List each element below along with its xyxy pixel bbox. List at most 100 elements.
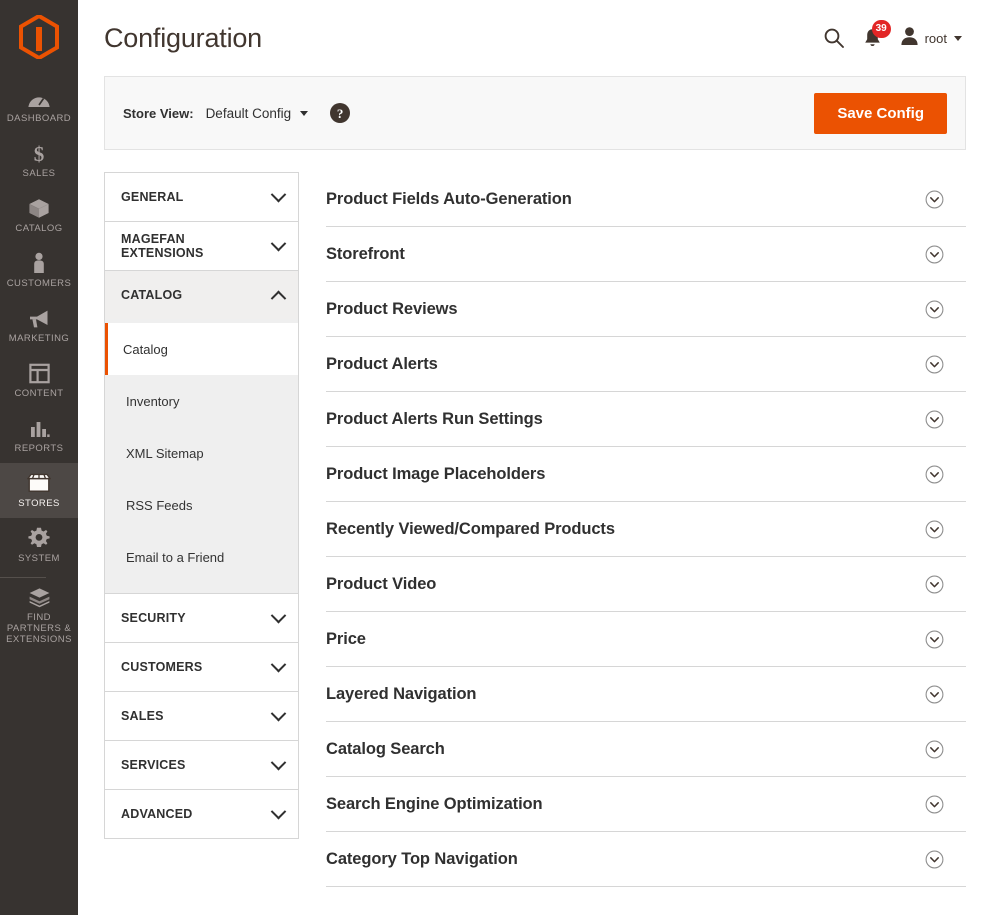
chevron-down-circle-icon[interactable] [925,575,944,594]
search-icon[interactable] [823,27,845,49]
chevron-down-circle-icon[interactable] [925,355,944,374]
config-nav-section-services[interactable]: SERVICES [105,741,298,789]
store-view-switcher[interactable]: Default Config [206,106,309,121]
chevron-down-circle-icon[interactable] [925,465,944,484]
sidebar-item-find-partners-extensions[interactable]: FIND PARTNERS & EXTENSIONS [0,580,78,652]
config-section-row[interactable]: Product Alerts Run Settings [326,392,966,447]
sidebar-item-customers[interactable]: CUSTOMERS [0,243,78,298]
config-nav-section: MAGEFAN EXTENSIONS [104,221,299,270]
chevron-down-icon [954,35,962,41]
config-nav-item-rss-feeds[interactable]: RSS Feeds [105,479,298,531]
gear-icon [28,527,50,549]
config-nav-section: CUSTOMERS [104,642,299,691]
config-nav-section: SERVICES [104,740,299,789]
config-section-row[interactable]: Product Fields Auto-Generation [326,172,966,227]
config-section-title: Storefront [326,244,405,263]
chevron-down-circle-icon[interactable] [925,245,944,264]
header-actions: 39 root [823,19,966,51]
config-section-title: Product Reviews [326,299,458,318]
config-section-row[interactable]: Product Video [326,557,966,612]
chevron-down-icon [270,235,287,251]
config-nav-item-xml-sitemap[interactable]: XML Sitemap [105,427,298,479]
user-avatar-icon [900,26,919,51]
sidebar-item-label: STORES [18,497,60,509]
chevron-down-icon [270,705,287,721]
config-nav-section-title: GENERAL [121,190,184,204]
config-nav-item-catalog[interactable]: Catalog [105,323,298,375]
config-nav-item-email-to-a-friend[interactable]: Email to a Friend [105,531,298,583]
box-icon [28,197,50,219]
config-section-title: Category Top Navigation [326,849,518,868]
config-section-row[interactable]: Recently Viewed/Compared Products [326,502,966,557]
chevron-down-circle-icon[interactable] [925,685,944,704]
bar-chart-icon [29,417,50,439]
sidebar-item-label: REPORTS [14,442,64,454]
config-nav-section-title: SALES [121,709,164,723]
save-config-button[interactable]: Save Config [814,92,947,134]
sidebar-item-label: DASHBOARD [6,112,72,124]
config-nav-section-advanced[interactable]: ADVANCED [105,790,298,838]
config-nav: GENERAL MAGEFAN EXTENSIONS CATALOG Catalog I… [104,172,299,839]
sidebar-item-stores[interactable]: STORES [0,463,78,518]
config-nav-section-magefan-extensions[interactable]: MAGEFAN EXTENSIONS [105,222,298,270]
config-nav-section-catalog[interactable]: CATALOG [105,271,298,319]
sidebar-item-label: SYSTEM [18,552,60,564]
sidebar-item-reports[interactable]: REPORTS [0,408,78,463]
config-section-title: Recently Viewed/Compared Products [326,519,615,538]
page-header: Configuration 39 root [78,0,992,76]
chevron-down-icon [270,656,287,672]
sidebar-item-sales[interactable]: $ SALES [0,133,78,188]
config-nav-section-security[interactable]: SECURITY [105,594,298,642]
admin-page: DASHBOARD $ SALES CATALOG CUSTOMERS MARKETING… [0,0,992,915]
store-view-value: Default Config [205,105,292,121]
chevron-down-icon [270,803,287,819]
config-section-row[interactable]: Layered Navigation [326,667,966,722]
store-view-bar: Store View: Default Config ? Save Config [104,76,966,150]
chevron-down-circle-icon[interactable] [925,740,944,759]
config-section-row[interactable]: Price [326,612,966,667]
config-section-title: Product Alerts [326,354,438,373]
chevron-down-circle-icon[interactable] [925,410,944,429]
main-area: GENERAL MAGEFAN EXTENSIONS CATALOG Catalog I… [78,150,992,887]
sidebar-item-system[interactable]: SYSTEM [0,518,78,573]
bell-icon[interactable]: 39 [863,19,891,49]
sidebar-item-content[interactable]: CONTENT [0,353,78,408]
config-nav-section-general[interactable]: GENERAL [105,173,298,221]
user-menu[interactable]: root [900,26,962,51]
config-nav-item-inventory[interactable]: Inventory [105,375,298,427]
notification-count-badge: 39 [871,19,891,38]
config-nav-section-title: MAGEFAN EXTENSIONS [121,232,204,260]
config-section-row[interactable]: Category Top Navigation [326,832,966,887]
store-view-label: Store View: [123,105,194,121]
sidebar-item-catalog[interactable]: CATALOG [0,188,78,243]
config-nav-section-title: CUSTOMERS [121,660,203,674]
chevron-down-circle-icon[interactable] [925,520,944,539]
magento-logo-icon[interactable] [0,8,78,66]
sidebar-item-dashboard[interactable]: DASHBOARD [0,78,78,133]
config-nav-section: ADVANCED [104,789,299,839]
chevron-down-circle-icon[interactable] [925,850,944,869]
config-section-row[interactable]: Search Engine Optimization [326,777,966,832]
storefront-awning-icon [27,472,51,494]
chevron-down-circle-icon[interactable] [925,630,944,649]
chevron-down-icon [300,110,309,116]
question-mark-icon[interactable]: ? [330,103,351,123]
config-section-row[interactable]: Product Image Placeholders [326,447,966,502]
sidebar-item-marketing[interactable]: MARKETING [0,298,78,353]
config-nav-section-title: SERVICES [121,758,186,772]
config-section-row[interactable]: Product Alerts [326,337,966,392]
config-nav-section-customers[interactable]: CUSTOMERS [105,643,298,691]
config-section-title: Price [326,629,366,648]
chevron-down-circle-icon[interactable] [925,190,944,209]
config-nav-section-sales[interactable]: SALES [105,692,298,740]
page-title: Configuration [104,23,263,53]
config-section-row[interactable]: Catalog Search [326,722,966,777]
chevron-down-circle-icon[interactable] [925,300,944,319]
chevron-down-icon [270,186,287,202]
config-section-row[interactable]: Storefront [326,227,966,282]
dashboard-gauge-icon [28,87,50,109]
config-section-row[interactable]: Product Reviews [326,282,966,337]
sidebar-item-label: MARKETING [8,332,70,344]
chevron-down-circle-icon[interactable] [925,795,944,814]
config-nav-section: SECURITY [104,593,299,642]
